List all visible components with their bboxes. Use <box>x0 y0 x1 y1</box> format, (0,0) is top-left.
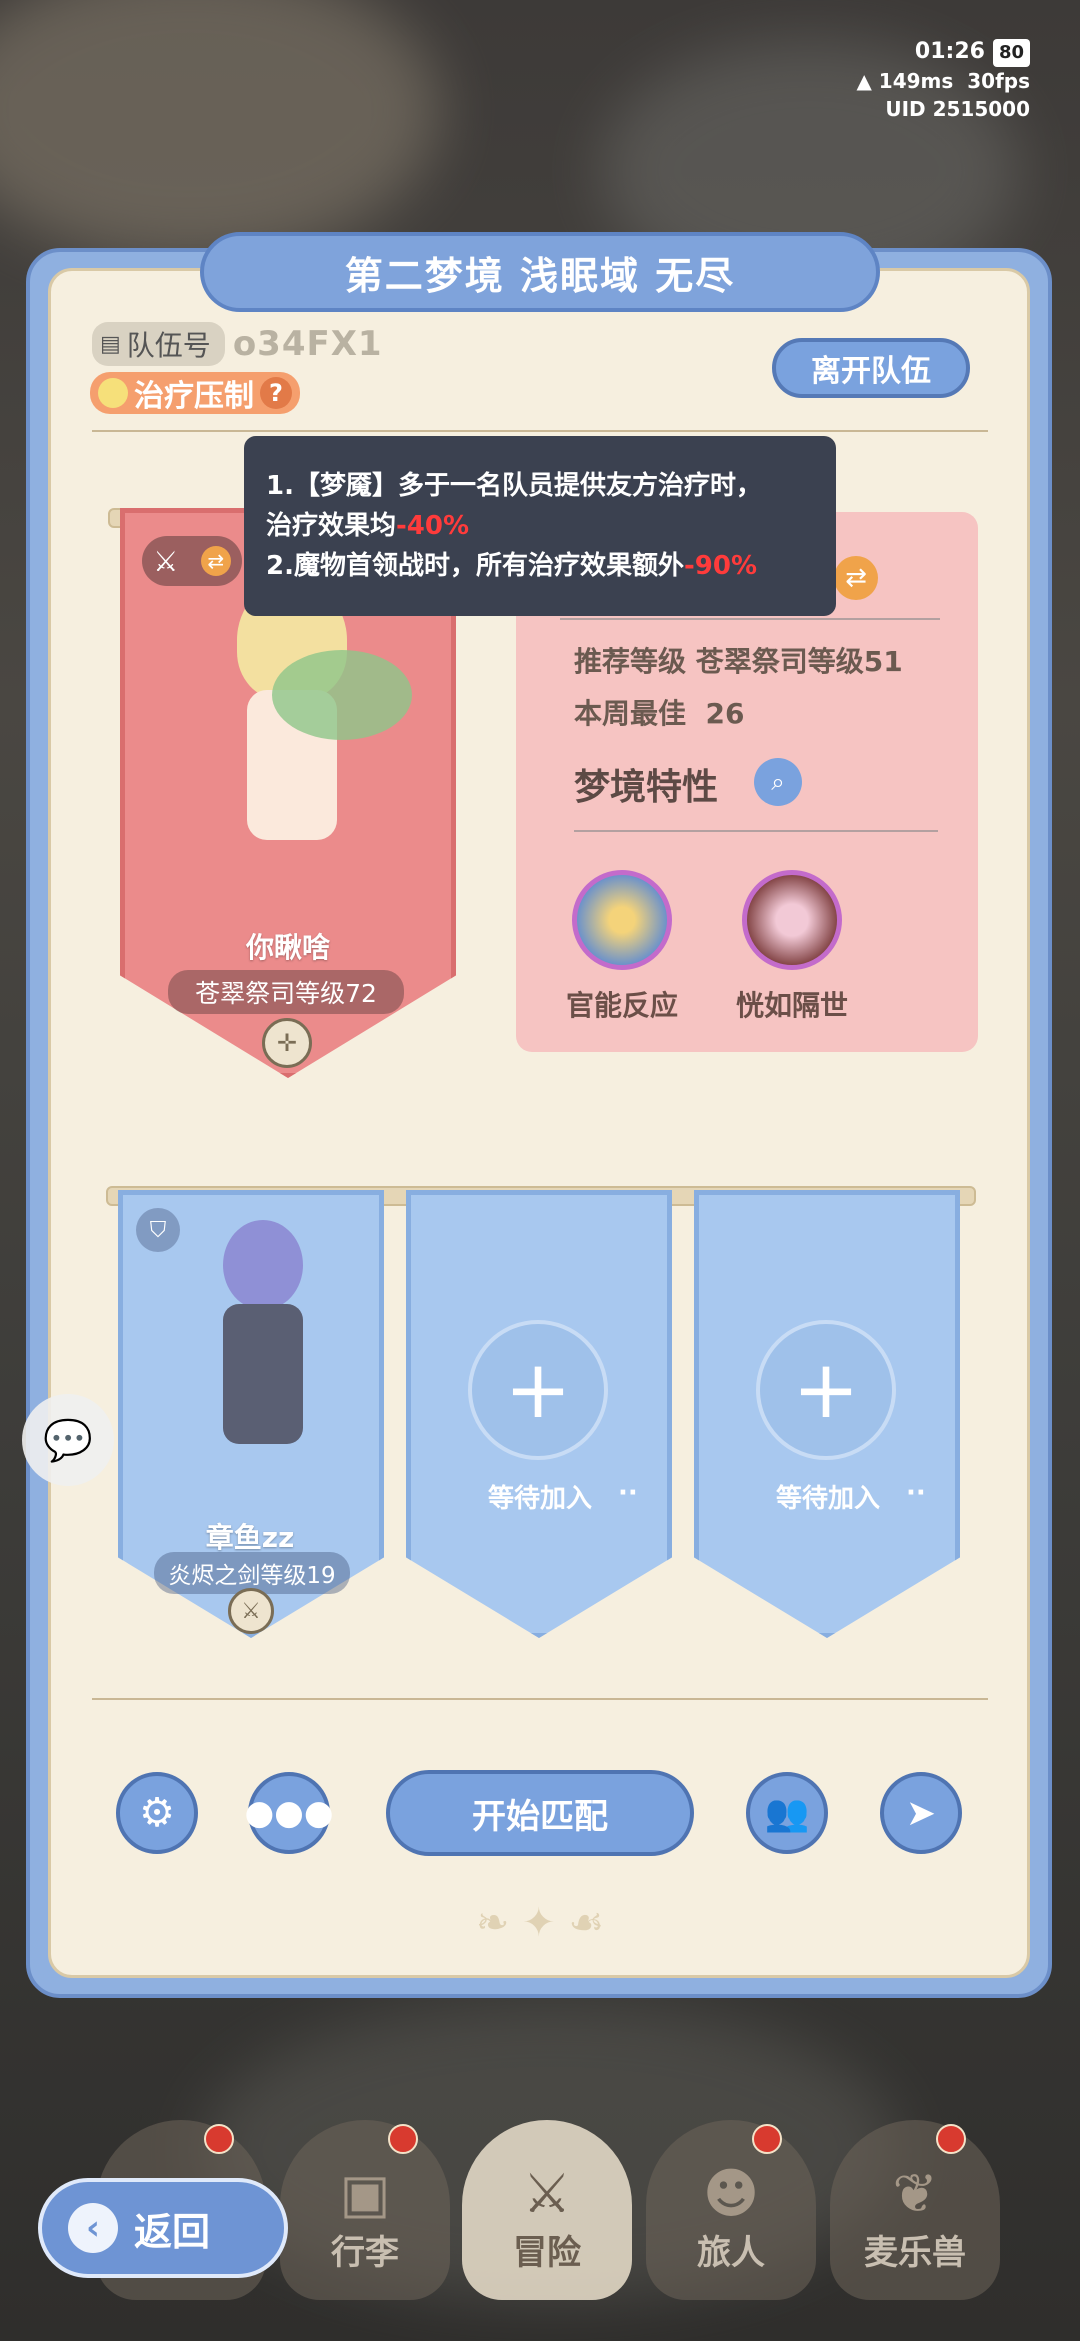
notification-dot <box>752 2124 782 2154</box>
swap-icon: ⇄ <box>200 546 231 576</box>
back-label: 返回 <box>134 2209 211 2254</box>
class-emblem-icon: ✛ <box>262 1018 312 1068</box>
traits-title: 梦境特性 <box>574 767 719 808</box>
team-id-value[interactable]: o34FX1 <box>233 324 383 364</box>
sword-icon: ⚔ <box>153 544 179 578</box>
recommend-row: 推荐等级 苍翠祭司等级51 <box>574 645 903 678</box>
weekly-best-row: 本周最佳 26 <box>574 697 745 730</box>
shield-icon: ⛉ <box>136 1208 180 1252</box>
star-badge-icon <box>98 378 128 408</box>
group-icon: 👥 <box>764 1793 810 1834</box>
list-icon: ▤ <box>100 331 121 357</box>
character-head-icon: ☻ <box>702 2162 760 2225</box>
leave-team-button[interactable]: 离开队伍 <box>772 338 970 398</box>
invite-plus-icon[interactable]: + <box>756 1320 896 1460</box>
ping-text: 149ms <box>878 69 954 93</box>
leader-name: 你瞅啥 <box>245 931 330 964</box>
divider-top <box>92 430 988 432</box>
member-2-ellipsis: ·· <box>618 1478 638 1508</box>
team-id-row: ▤ 队伍号 o34FX1 <box>92 322 383 366</box>
backpack-icon: ▣ <box>339 2162 391 2225</box>
fps-text: 30fps <box>967 69 1030 93</box>
trait-icon-sensory[interactable] <box>572 870 672 970</box>
chat-icon: ●●● <box>244 1793 334 1833</box>
notification-dot <box>204 2124 234 2154</box>
tooltip-line-3: 2.魔物首领战时，所有治疗效果额外-90% <box>266 551 757 581</box>
share-button[interactable]: ➤ <box>880 1772 962 1854</box>
page-title: 第二梦境 浅眠域 无尽 <box>200 232 880 312</box>
member-3-ellipsis: ·· <box>906 1478 926 1508</box>
swap-dungeon-icon[interactable]: ⇄ <box>834 556 878 600</box>
divider-bottom <box>92 1698 988 1700</box>
notification-dot <box>388 2124 418 2154</box>
nav-pets[interactable]: ❦ 麦乐兽 <box>830 2120 1000 2300</box>
member-1-class-icon: ⚔ <box>228 1588 274 1634</box>
tooltip-line-2: 治疗效果均-40% <box>266 511 470 541</box>
help-icon[interactable]: ? <box>260 377 292 409</box>
back-button[interactable]: ‹ 返回 <box>38 2178 288 2278</box>
clock: 01:26 <box>914 39 985 64</box>
ornament-icon: ❧ ✦ ☙ <box>475 1900 605 1946</box>
gear-icon: ⚙ <box>139 1790 175 1836</box>
zoom-icon[interactable]: ⌕ <box>754 758 802 806</box>
tooltip-line-1: 1.【梦魇】多于一名队员提供友方治疗时， <box>266 471 762 501</box>
chat-bubbles-icon: 💬 <box>43 1417 93 1464</box>
chat-button[interactable]: ●●● <box>245 1772 334 1854</box>
team-id-chip: ▤ 队伍号 <box>92 322 225 366</box>
nav-bag[interactable]: ▣ 行李 <box>280 2120 450 2300</box>
uid-text: UID 2515000 <box>885 97 1030 121</box>
heal-suppression-tooltip: 1.【梦魇】多于一名队员提供友方治疗时， 治疗效果均-40% 2.魔物首领战时，… <box>244 436 836 616</box>
team-id-label: 队伍号 <box>126 329 211 362</box>
nav-adventure[interactable]: ⚔ 冒险 <box>462 2120 632 2300</box>
leader-avatar <box>222 580 412 910</box>
pet-icon: ❦ <box>892 2162 938 2225</box>
wifi-icon: ▲ <box>856 69 872 93</box>
trait-icon-otherworld[interactable] <box>742 870 842 970</box>
info-divider <box>560 618 940 620</box>
heal-suppression-chip[interactable]: 治疗压制 ? <box>90 372 300 414</box>
member-1-avatar <box>208 1220 318 1460</box>
settings-button[interactable]: ⚙ <box>116 1772 198 1854</box>
start-match-button[interactable]: 开始匹配 <box>386 1770 694 1856</box>
leader-level: 苍翠祭司等级72 <box>168 970 404 1014</box>
member-1-name: 章鱼zz <box>205 1521 295 1554</box>
trait-label-otherworld: 恍如隔世 <box>735 989 848 1022</box>
trait-label-sensory: 官能反应 <box>565 989 678 1022</box>
battery-badge: 80 <box>992 39 1030 67</box>
member-3-wait: 等待加入 <box>775 1484 880 1514</box>
invite-plus-icon[interactable]: + <box>468 1320 608 1460</box>
nav-travelers[interactable]: ☻ 旅人 <box>646 2120 816 2300</box>
role-switch[interactable]: ⚔ ⇄ <box>142 536 242 586</box>
heal-suppression-label: 治疗压制 <box>134 379 254 414</box>
crossed-swords-icon: ⚔ <box>522 2162 572 2225</box>
status-bar: 01:26 80 ▲ 149ms 30fps UID 2515000 <box>790 38 1030 123</box>
traits-divider <box>574 830 938 832</box>
friends-button[interactable]: 👥 <box>746 1772 828 1854</box>
paper-plane-icon: ➤ <box>905 1792 937 1834</box>
floating-chat-button[interactable]: 💬 <box>22 1394 114 1486</box>
notification-dot <box>936 2124 966 2154</box>
member-2-wait: 等待加入 <box>487 1484 592 1514</box>
back-arrow-icon: ‹ <box>68 2203 118 2253</box>
